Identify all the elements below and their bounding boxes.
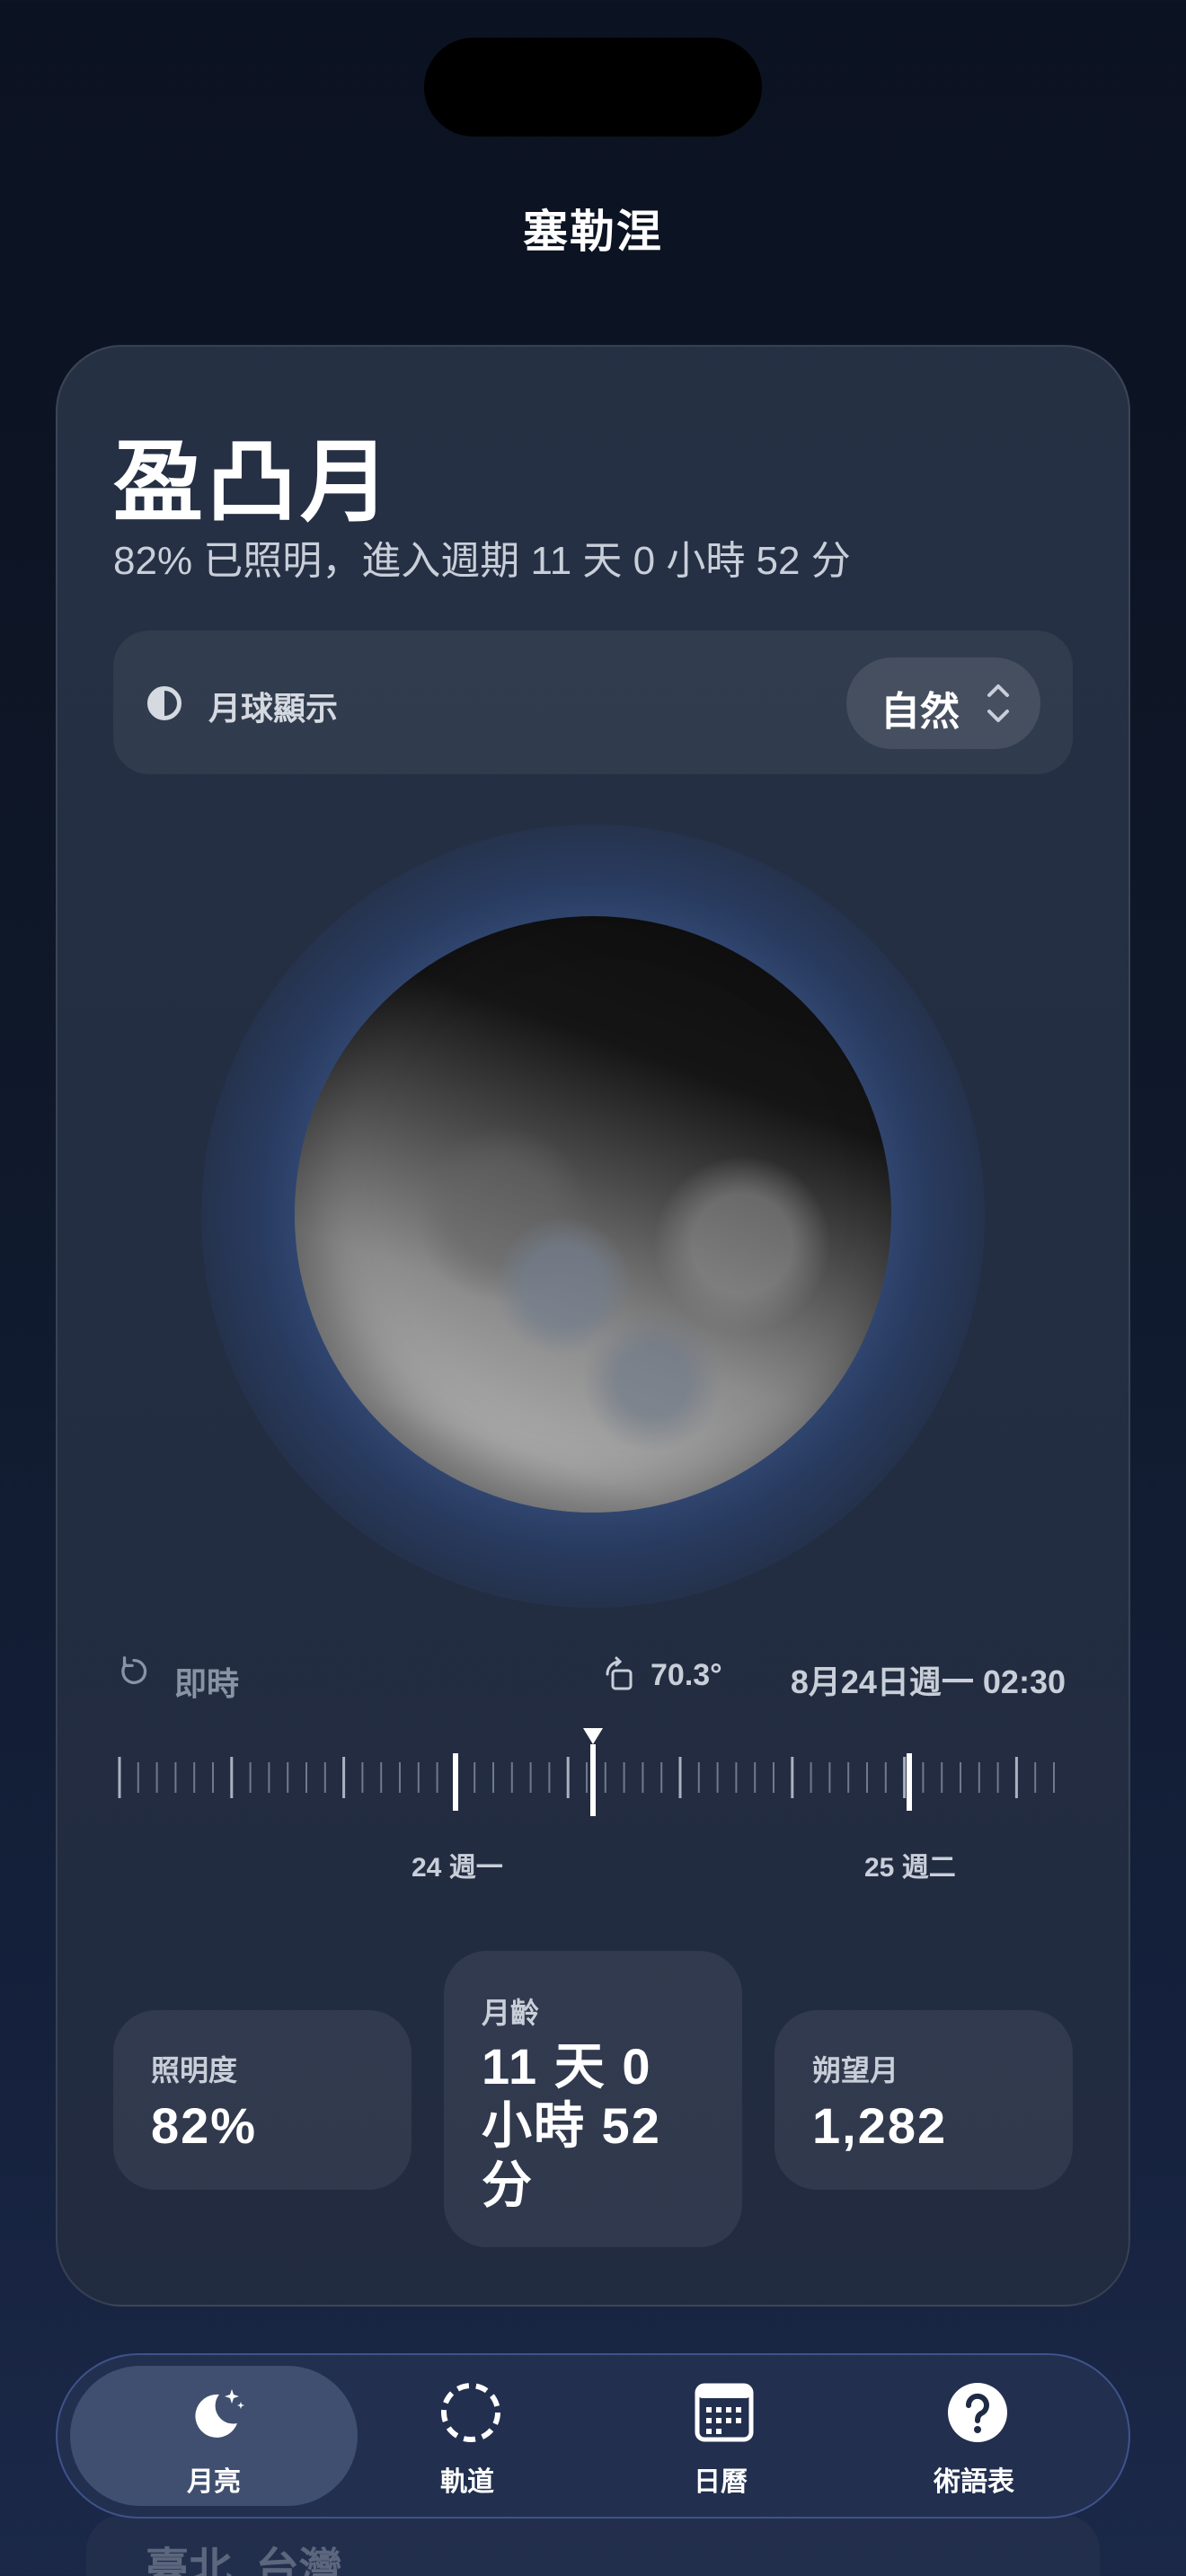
timeline-tick [417, 1762, 420, 1793]
time-scrubber[interactable] [115, 1721, 1071, 1847]
tab-label: 軌道 [440, 2467, 494, 2497]
phase-subtitle: 82% 已照明，進入週期 11 天 0 小時 52 分 [113, 539, 851, 583]
reset-icon[interactable] [117, 1654, 151, 1689]
stat-label: 月齡 [482, 1997, 540, 2029]
day-label-25: 25 週二 [864, 1853, 956, 1883]
timeline-tick [773, 1762, 774, 1793]
timeline-tick [566, 1757, 570, 1798]
live-button[interactable]: 即時 [174, 1658, 239, 1705]
stat-value: 1,282 [812, 2097, 948, 2154]
timeline-tick [118, 1757, 121, 1798]
stat-moon-age: 月齡 11 天 0 小時 52 分 [444, 1951, 742, 2247]
timeline-tick [903, 1757, 907, 1798]
location-title[interactable]: 塞勒涅 [0, 196, 1186, 260]
timeline-tick [474, 1762, 476, 1793]
timeline-tick [810, 1762, 812, 1793]
timeline-tick [510, 1762, 513, 1793]
half-circle-icon [147, 686, 181, 720]
timeline-tick [305, 1762, 307, 1793]
timeline-tick [380, 1762, 383, 1793]
timeline-tick [174, 1762, 177, 1793]
moon-display-label: 月球顯示 [208, 690, 339, 727]
timeline-tick [155, 1762, 158, 1793]
tab-calendar[interactable]: 日曆 [595, 2355, 846, 2520]
timeline-tick [978, 1762, 980, 1793]
timeline-tick [884, 1762, 887, 1793]
timeline-tick [791, 1757, 794, 1798]
dynamic-island [424, 38, 762, 137]
phase-name: 盈凸月 [113, 432, 394, 533]
timeline-tick [287, 1762, 289, 1793]
moon-stars-icon [195, 2389, 244, 2438]
tab-bar: 月亮 軌道 日曆 術語表 [56, 2353, 1130, 2519]
timeline-tick [323, 1762, 326, 1793]
stat-value: 82% [151, 2097, 258, 2154]
timeline-tick [754, 1762, 757, 1793]
stat-lunation: 朔望月 1,282 [774, 2010, 1073, 2190]
scrubber-current-line [590, 1744, 596, 1816]
timeline-tick [586, 1762, 588, 1793]
timeline-tick [399, 1762, 401, 1793]
timeline-tick [697, 1762, 700, 1793]
timeline-tick [941, 1762, 943, 1793]
timeline-tick [623, 1762, 625, 1793]
stat-value: 11 天 0 小時 52 分 [482, 2038, 661, 2213]
rotation-icon [606, 1656, 633, 1690]
stat-label: 照明度 [151, 2054, 238, 2086]
timeline-tick [268, 1762, 270, 1793]
question-icon [948, 2383, 1007, 2442]
timeline-tick [342, 1757, 346, 1798]
moon-image[interactable] [295, 916, 891, 1513]
stat-label: 朔望月 [812, 2054, 899, 2086]
calendar-icon [695, 2383, 754, 2442]
timeline-tick [866, 1762, 868, 1793]
datetime-label: 8月24日週一 02:30 [790, 1663, 1066, 1700]
moon-display-row: 月球顯示 自然 [113, 631, 1073, 774]
timeline-tick [249, 1762, 252, 1793]
tab-moon[interactable]: 月亮 [88, 2355, 340, 2520]
timeline-tick [716, 1762, 719, 1793]
moon-display-value: 自然 [881, 690, 960, 734]
timeline-tick [847, 1762, 850, 1793]
timeline-tick [137, 1762, 139, 1793]
tab-orbit[interactable]: 軌道 [341, 2355, 593, 2520]
timeline-tick [1034, 1762, 1037, 1793]
timeline-tick [1053, 1762, 1055, 1793]
timeline-tick [678, 1757, 682, 1798]
day-marker-24 [453, 1753, 458, 1811]
timeline-tick [922, 1762, 925, 1793]
stat-illumination: 照明度 82% [113, 2010, 412, 2190]
timeline-tick [436, 1762, 438, 1793]
timeline-tick [230, 1757, 234, 1798]
timeline-tick [828, 1762, 831, 1793]
chevron-up-down-icon [987, 684, 1009, 722]
timeline-tick [212, 1762, 214, 1793]
timeline-tick [492, 1762, 494, 1793]
timeline-tick [660, 1762, 663, 1793]
dashed-circle-icon [441, 2383, 500, 2442]
timeline-tick [193, 1762, 196, 1793]
rotation-angle: 70.3° [651, 1658, 722, 1692]
timeline-tick [361, 1762, 364, 1793]
tab-label: 月亮 [187, 2467, 241, 2497]
timeline-tick [1014, 1757, 1018, 1798]
timeline-tick [642, 1762, 644, 1793]
location-card-behind-title: 臺北, 台灣 [146, 2545, 342, 2576]
day-marker-25 [907, 1753, 912, 1811]
timeline-tick [604, 1762, 606, 1793]
timeline-tick [548, 1762, 551, 1793]
timeline-tick [529, 1762, 532, 1793]
tab-glossary[interactable]: 術語表 [848, 2355, 1100, 2520]
tab-label: 日曆 [694, 2467, 748, 2497]
timeline-tick [735, 1762, 738, 1793]
timeline-tick [960, 1762, 961, 1793]
day-label-24: 24 週一 [412, 1853, 503, 1883]
timeline-tick [996, 1762, 999, 1793]
tab-label: 術語表 [934, 2467, 1014, 2497]
moon-display-select[interactable]: 自然 [846, 657, 1040, 749]
scrubber-pointer-icon [583, 1728, 603, 1744]
